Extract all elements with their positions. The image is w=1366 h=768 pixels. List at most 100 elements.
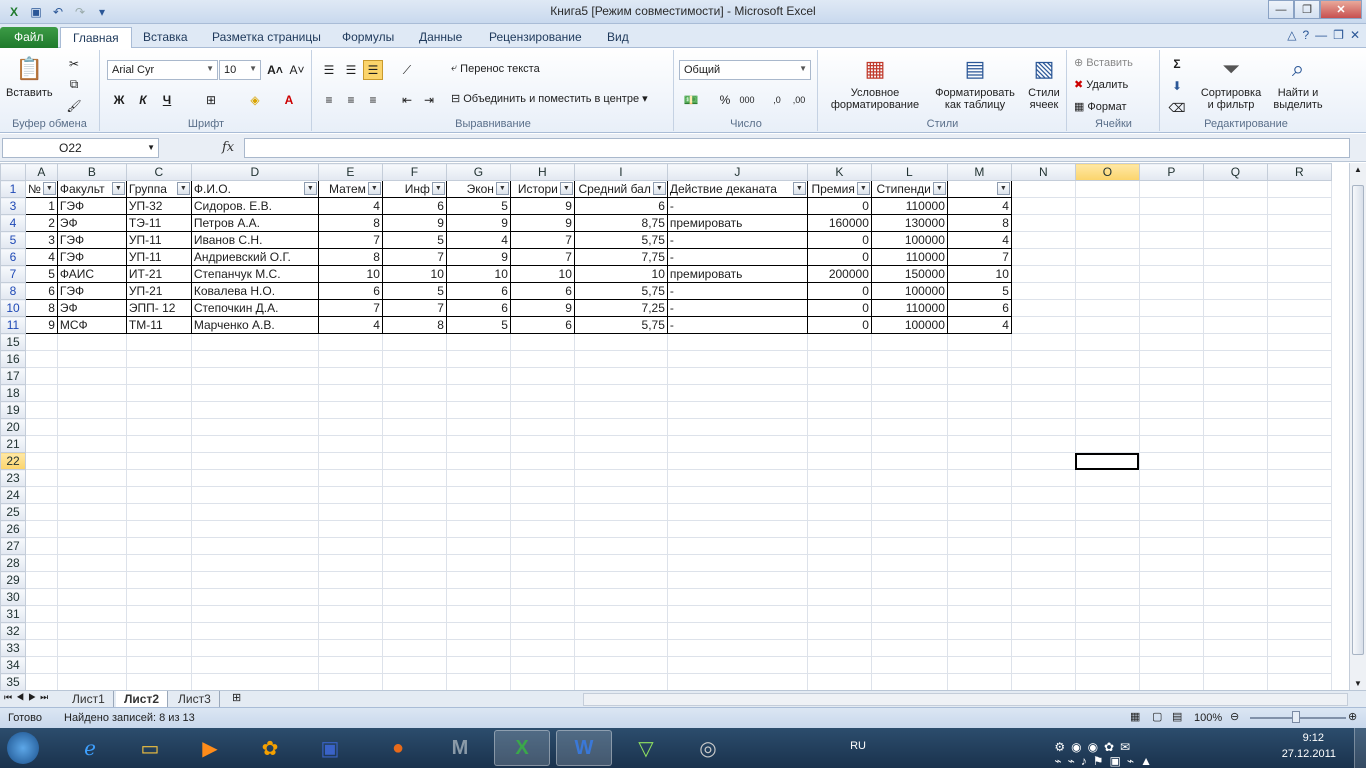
cell[interactable]: 6 — [509, 316, 575, 334]
cell[interactable] — [1074, 503, 1140, 521]
cell[interactable] — [509, 673, 575, 690]
align-middle-icon[interactable]: ☰ — [341, 60, 361, 80]
cell[interactable] — [125, 333, 192, 351]
cell[interactable] — [190, 418, 319, 436]
cell[interactable] — [1010, 333, 1076, 351]
cell[interactable] — [1266, 503, 1332, 521]
cell[interactable] — [445, 333, 511, 351]
cell[interactable]: 9 — [509, 197, 575, 215]
cell[interactable] — [381, 418, 447, 436]
column-header[interactable]: J — [666, 163, 808, 181]
paste-button[interactable]: 📋 Вставить — [6, 54, 53, 99]
cell[interactable] — [806, 588, 872, 606]
cell[interactable] — [125, 350, 192, 368]
cell[interactable] — [1202, 248, 1268, 266]
filter-header-cell[interactable]: Группа ▼ — [125, 180, 192, 198]
cell[interactable] — [1266, 316, 1332, 334]
cell[interactable] — [509, 588, 575, 606]
cell[interactable] — [870, 588, 948, 606]
cell[interactable] — [1266, 350, 1332, 368]
cell[interactable] — [25, 503, 58, 521]
cell[interactable] — [125, 367, 192, 385]
sheet-nav-arrows-icon[interactable]: ⏮◀▶⏭ — [4, 692, 52, 703]
cell[interactable] — [509, 622, 575, 640]
cell[interactable] — [1138, 469, 1204, 487]
cell[interactable]: 0 — [806, 316, 872, 334]
cell[interactable] — [1266, 571, 1332, 589]
cell[interactable]: 4 — [445, 231, 511, 249]
filter-dropdown-icon[interactable]: ▼ — [856, 182, 870, 195]
internet-explorer-icon[interactable]: ℯ — [62, 730, 118, 766]
row-header[interactable]: 8 — [0, 282, 26, 300]
cell[interactable] — [1010, 554, 1076, 572]
cell[interactable]: 6 — [445, 299, 511, 317]
cell[interactable] — [56, 622, 127, 640]
cell[interactable] — [317, 537, 383, 555]
cell[interactable] — [1074, 520, 1140, 538]
cell[interactable]: ФАИС — [56, 265, 127, 283]
cell[interactable] — [666, 605, 808, 623]
cell[interactable] — [445, 418, 511, 436]
cell[interactable] — [573, 605, 668, 623]
cell[interactable] — [666, 537, 808, 555]
cell[interactable] — [573, 537, 668, 555]
cell[interactable] — [445, 452, 511, 470]
cell[interactable] — [573, 656, 668, 674]
cell[interactable] — [381, 520, 447, 538]
cell[interactable]: ЭФ — [56, 214, 127, 232]
cell[interactable]: 0 — [806, 231, 872, 249]
cell[interactable] — [1266, 639, 1332, 657]
cell[interactable] — [806, 350, 872, 368]
cell[interactable] — [870, 435, 948, 453]
align-bottom-icon[interactable]: ☰ — [363, 60, 383, 80]
cell[interactable] — [1202, 520, 1268, 538]
cell[interactable] — [1202, 401, 1268, 419]
cell[interactable] — [1266, 401, 1332, 419]
cell[interactable] — [1266, 452, 1332, 470]
cell[interactable]: 6 — [509, 282, 575, 300]
cell[interactable]: премировать — [666, 265, 808, 283]
filter-header-cell[interactable]: Ф.И.О. ▼ — [190, 180, 319, 198]
cell[interactable] — [56, 571, 127, 589]
cell[interactable]: 100000 — [870, 282, 948, 300]
cell[interactable] — [1266, 265, 1332, 283]
cell[interactable] — [870, 673, 948, 690]
cell[interactable] — [806, 622, 872, 640]
cell[interactable] — [1074, 265, 1140, 283]
cell[interactable] — [946, 469, 1012, 487]
cell[interactable] — [946, 588, 1012, 606]
cell[interactable] — [1010, 503, 1076, 521]
autosum-icon[interactable]: Σ — [1167, 54, 1187, 74]
new-sheet-icon[interactable]: ⊞ — [232, 691, 241, 704]
cell[interactable] — [445, 639, 511, 657]
shrink-font-icon[interactable]: A˅ — [287, 60, 307, 80]
cell[interactable] — [573, 333, 668, 351]
cell[interactable] — [1266, 605, 1332, 623]
underline-button[interactable]: Ч — [157, 90, 177, 110]
column-header[interactable]: G — [445, 163, 511, 181]
align-right-icon[interactable]: ≡ — [363, 90, 383, 110]
sheet-tab-active[interactable]: Лист2 — [116, 691, 169, 707]
cell[interactable] — [1138, 265, 1204, 283]
cell[interactable] — [1202, 435, 1268, 453]
cell[interactable] — [870, 333, 948, 351]
cell[interactable]: 5 — [445, 197, 511, 215]
cell[interactable] — [509, 333, 575, 351]
align-center-icon[interactable]: ≡ — [341, 90, 361, 110]
cell[interactable]: 6 — [25, 282, 58, 300]
cell[interactable] — [125, 656, 192, 674]
tab-file[interactable]: Файл — [0, 27, 58, 48]
cell[interactable] — [125, 673, 192, 690]
cell[interactable] — [666, 367, 808, 385]
cell[interactable] — [190, 571, 319, 589]
cell[interactable]: 9 — [509, 214, 575, 232]
cell[interactable] — [573, 588, 668, 606]
cell[interactable]: 8 — [317, 214, 383, 232]
cell[interactable] — [1010, 214, 1076, 232]
cell[interactable] — [317, 333, 383, 351]
cell[interactable] — [946, 673, 1012, 690]
cell[interactable] — [1074, 435, 1140, 453]
filter-header-cell[interactable]: Матем ▼ — [317, 180, 383, 198]
page-layout-view-icon[interactable]: ▢ — [1152, 710, 1162, 723]
cell[interactable]: 6 — [946, 299, 1012, 317]
